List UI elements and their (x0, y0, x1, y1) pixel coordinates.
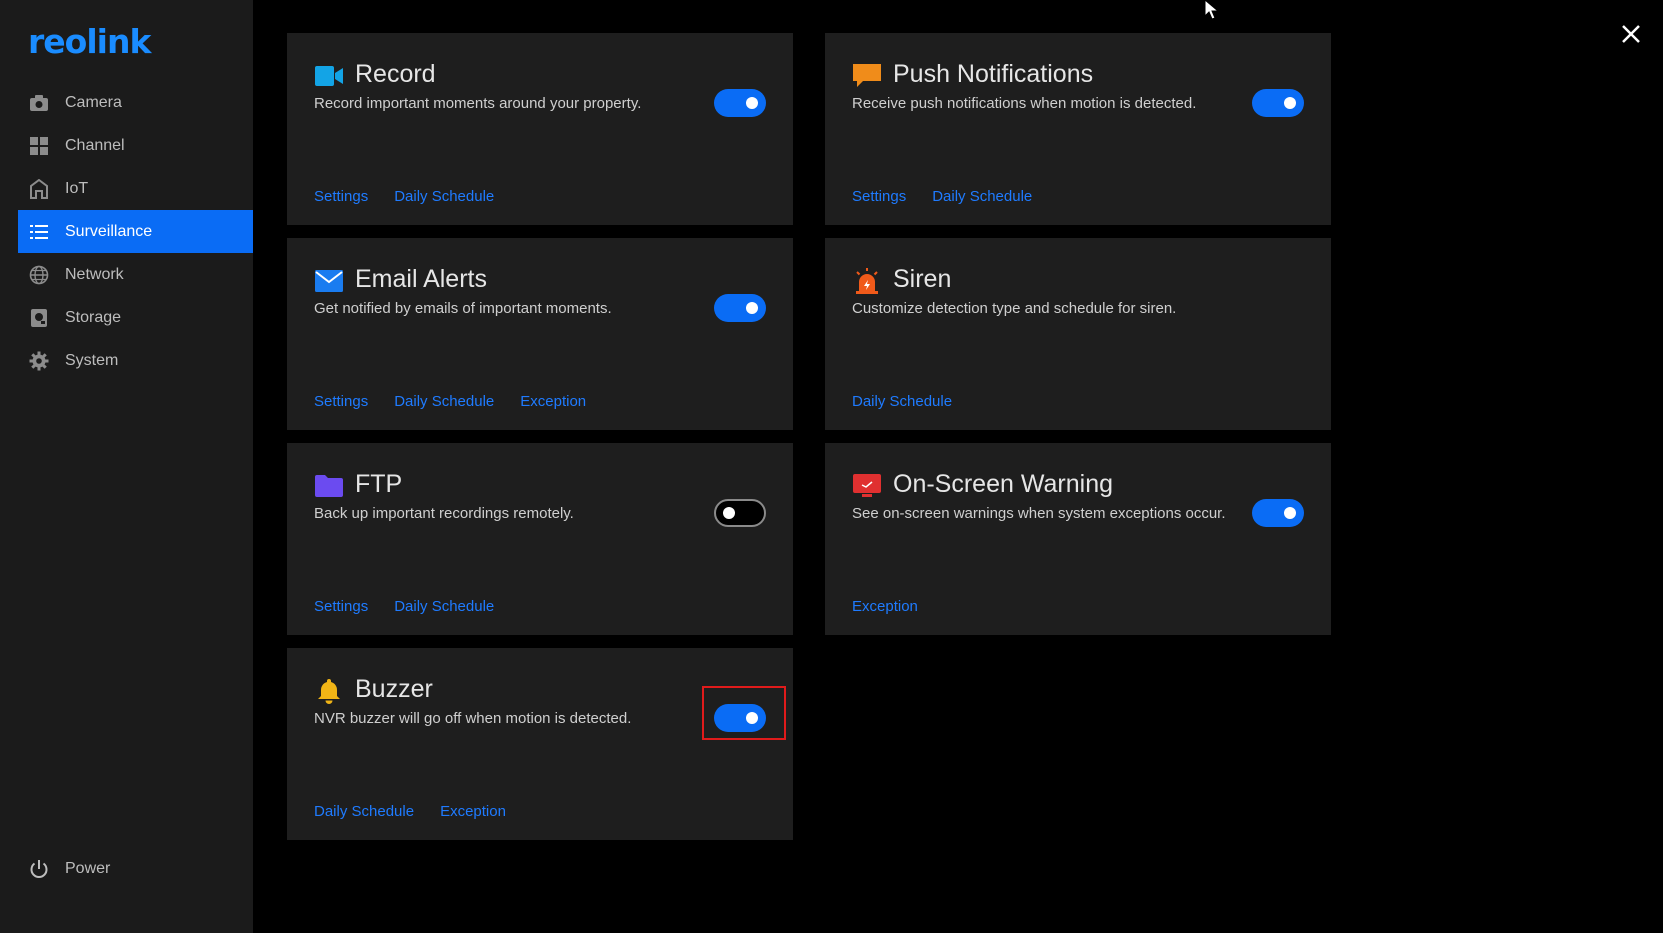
sidebar-item-label: Surveillance (65, 222, 153, 240)
sidebar-item-label: IoT (65, 179, 89, 197)
record-card: Record Record important moments around y… (287, 33, 793, 225)
record-toggle[interactable] (714, 89, 766, 117)
record-daily-schedule-link[interactable]: Daily Schedule (394, 188, 494, 205)
push-notifications-toggle[interactable] (1252, 89, 1304, 117)
buzzer-exception-link[interactable]: Exception (440, 803, 506, 820)
card-description: See on-screen warnings when system excep… (852, 505, 1226, 522)
power-button[interactable]: Power (28, 858, 110, 880)
sidebar-nav: Camera Channel IoT Surveillance Network (18, 81, 253, 382)
sidebar-item-network[interactable]: Network (18, 253, 253, 296)
sidebar-item-storage[interactable]: Storage (18, 296, 253, 339)
sidebar-item-system[interactable]: System (18, 339, 253, 382)
storage-icon (28, 307, 50, 329)
sidebar-item-camera[interactable]: Camera (18, 81, 253, 124)
sidebar-item-label: Camera (65, 93, 122, 111)
sidebar-item-channel[interactable]: Channel (18, 124, 253, 167)
email-exception-link[interactable]: Exception (520, 393, 586, 410)
card-title: Record (355, 60, 436, 88)
envelope-icon (314, 266, 344, 296)
globe-icon (28, 264, 50, 286)
video-camera-icon (314, 61, 344, 91)
ftp-toggle[interactable] (714, 499, 766, 527)
email-settings-link[interactable]: Settings (314, 393, 368, 410)
sidebar-item-label: Channel (65, 136, 125, 154)
push-daily-schedule-link[interactable]: Daily Schedule (932, 188, 1032, 205)
card-description: NVR buzzer will go off when motion is de… (314, 710, 632, 727)
card-description: Receive push notifications when motion i… (852, 95, 1197, 112)
home-icon (28, 178, 50, 200)
card-title: Buzzer (355, 675, 433, 703)
sidebar-item-iot[interactable]: IoT (18, 167, 253, 210)
camera-icon (28, 92, 50, 114)
email-daily-schedule-link[interactable]: Daily Schedule (394, 393, 494, 410)
power-label: Power (65, 860, 111, 877)
buzzer-card: Buzzer NVR buzzer will go off when motio… (287, 648, 793, 840)
card-description: Customize detection type and schedule fo… (852, 300, 1177, 317)
ftp-daily-schedule-link[interactable]: Daily Schedule (394, 598, 494, 615)
ftp-settings-link[interactable]: Settings (314, 598, 368, 615)
card-title: Email Alerts (355, 265, 487, 293)
gear-icon (28, 350, 50, 372)
sidebar-item-surveillance[interactable]: Surveillance (18, 210, 253, 253)
ftp-card: FTP Back up important recordings remotel… (287, 443, 793, 635)
record-settings-link[interactable]: Settings (314, 188, 368, 205)
grid-icon (28, 135, 50, 157)
siren-icon (852, 266, 882, 296)
close-icon (1617, 25, 1645, 52)
card-title: Siren (893, 265, 952, 293)
siren-card: Siren Customize detection type and sched… (825, 238, 1331, 430)
card-description: Back up important recordings remotely. (314, 505, 574, 522)
buzzer-toggle-highlight (702, 686, 786, 740)
list-icon (28, 221, 50, 243)
message-icon (852, 61, 882, 91)
close-button[interactable] (1617, 20, 1645, 48)
card-description: Record important moments around your pro… (314, 95, 642, 112)
mouse-cursor-icon (1204, 0, 1222, 22)
buzzer-daily-schedule-link[interactable]: Daily Schedule (314, 803, 414, 820)
card-title: On-Screen Warning (893, 470, 1113, 498)
card-description: Get notified by emails of important mome… (314, 300, 612, 317)
email-alerts-card: Email Alerts Get notified by emails of i… (287, 238, 793, 430)
email-alerts-toggle[interactable] (714, 294, 766, 322)
onscreen-exception-link[interactable]: Exception (852, 598, 918, 615)
sidebar: reolink Camera Channel IoT Surveillance (0, 0, 253, 933)
sidebar-item-label: Network (65, 265, 124, 283)
push-notifications-card: Push Notifications Receive push notifica… (825, 33, 1331, 225)
monitor-warning-icon (852, 471, 882, 501)
bell-icon (314, 676, 344, 706)
card-title: Push Notifications (893, 60, 1094, 88)
sidebar-item-label: System (65, 351, 119, 369)
power-icon (28, 858, 50, 880)
siren-daily-schedule-link[interactable]: Daily Schedule (852, 393, 952, 410)
folder-icon (314, 471, 344, 501)
on-screen-warning-toggle[interactable] (1252, 499, 1304, 527)
sidebar-item-label: Storage (65, 308, 122, 326)
on-screen-warning-card: On-Screen Warning See on-screen warnings… (825, 443, 1331, 635)
push-settings-link[interactable]: Settings (852, 188, 906, 205)
reolink-logo: reolink (28, 22, 151, 61)
card-title: FTP (355, 470, 403, 498)
